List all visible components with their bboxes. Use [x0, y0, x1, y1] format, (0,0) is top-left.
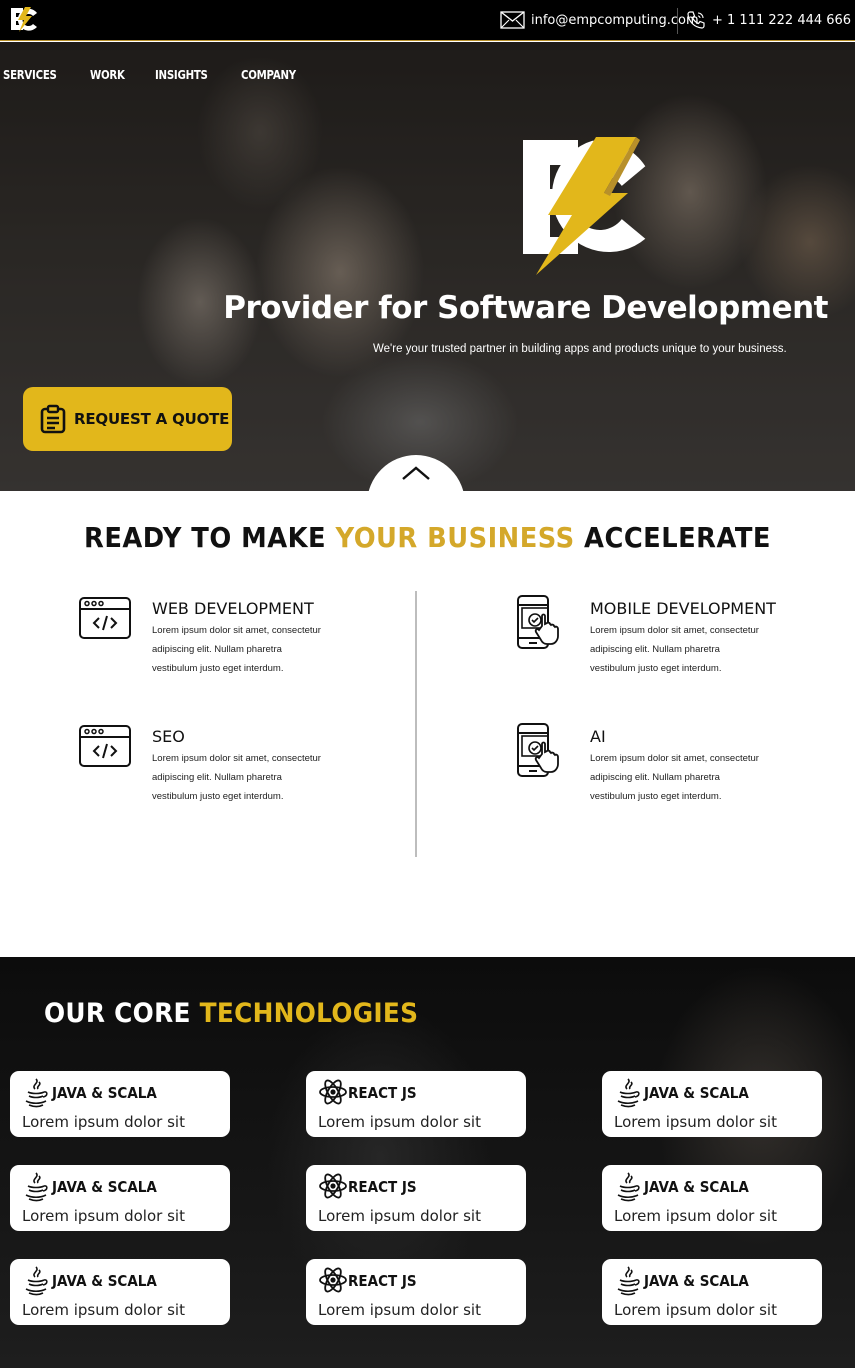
technology-card-title: JAVA & SCALA: [644, 1084, 749, 1102]
technology-card-title: JAVA & SCALA: [644, 1272, 749, 1290]
technology-card-title: JAVA & SCALA: [52, 1178, 157, 1196]
technology-card-description: Lorem ipsum dolor sit: [22, 1301, 185, 1319]
technology-card-description: Lorem ipsum dolor sit: [318, 1301, 481, 1319]
main-nav: SERVICES WORK INSIGHTS COMPANY: [3, 68, 305, 82]
technology-card-title: JAVA & SCALA: [644, 1178, 749, 1196]
service-title: AI: [590, 727, 606, 746]
request-quote-button[interactable]: REQUEST A QUOTE: [23, 387, 232, 451]
technology-card-description: Lorem ipsum dolor sit: [614, 1113, 777, 1131]
chevron-up-icon: [402, 466, 430, 480]
technology-card-title: JAVA & SCALA: [52, 1084, 157, 1102]
technologies-heading-pre: OUR CORE: [44, 998, 200, 1029]
java-icon: [617, 1172, 640, 1202]
nav-item-services[interactable]: SERVICES: [3, 68, 57, 82]
technology-card[interactable]: JAVA & SCALA Lorem ipsum dolor sit: [602, 1071, 822, 1137]
service-title: SEO: [152, 727, 185, 746]
java-icon: [617, 1266, 640, 1296]
technologies-heading-accent: TECHNOLOGIES: [199, 998, 419, 1029]
nav-item-company[interactable]: COMPANY: [241, 68, 296, 82]
email-link[interactable]: info@empcomputing.com: [500, 9, 699, 31]
technology-card[interactable]: JAVA & SCALA Lorem ipsum dolor sit: [10, 1259, 230, 1325]
technologies-section: OUR CORE TECHNOLOGIES JAVA & SCALA Lorem …: [0, 957, 855, 1368]
java-icon: [25, 1078, 48, 1108]
services-heading-post: ACCELERATE: [574, 521, 771, 554]
logo-icon[interactable]: [8, 5, 40, 33]
hero-title: Provider for Software Development: [223, 290, 828, 326]
java-icon: [617, 1078, 640, 1108]
nav-item-insights[interactable]: INSIGHTS: [155, 68, 208, 82]
hero-subtitle: We're your trusted partner in building a…: [373, 343, 787, 355]
top-bar: info@empcomputing.com + 1 111 222 444 66…: [0, 0, 855, 41]
technology-card-description: Lorem ipsum dolor sit: [614, 1301, 777, 1319]
technology-card[interactable]: REACT JS Lorem ipsum dolor sit: [306, 1165, 526, 1231]
technology-card-description: Lorem ipsum dolor sit: [614, 1207, 777, 1225]
service-title: MOBILE DEVELOPMENT: [590, 599, 776, 618]
technology-card[interactable]: JAVA & SCALA Lorem ipsum dolor sit: [602, 1259, 822, 1325]
technology-card[interactable]: JAVA & SCALA Lorem ipsum dolor sit: [10, 1165, 230, 1231]
technology-card[interactable]: JAVA & SCALA Lorem ipsum dolor sit: [10, 1071, 230, 1137]
email-text: info@empcomputing.com: [531, 12, 699, 28]
mobile-touch-icon: [517, 595, 559, 649]
phone-icon: [687, 11, 705, 29]
service-text: Lorem ipsum dolor sit amet, consectetur …: [590, 753, 759, 802]
technology-card[interactable]: REACT JS Lorem ipsum dolor sit: [306, 1071, 526, 1137]
phone-link[interactable]: + 1 111 222 444 666: [686, 9, 851, 31]
technology-card[interactable]: REACT JS Lorem ipsum dolor sit: [306, 1259, 526, 1325]
technology-card[interactable]: JAVA & SCALA Lorem ipsum dolor sit: [602, 1165, 822, 1231]
clipboard-icon: [40, 404, 66, 434]
java-icon: [25, 1172, 48, 1202]
nav-item-work[interactable]: WORK: [90, 68, 125, 82]
service-text: Lorem ipsum dolor sit amet, consectetur …: [152, 625, 321, 674]
java-icon: [25, 1266, 48, 1296]
technology-card-title: REACT JS: [348, 1272, 417, 1290]
react-icon: [319, 1173, 347, 1199]
react-icon: [319, 1267, 347, 1293]
phone-text: + 1 111 222 444 666: [712, 12, 852, 28]
technology-card-description: Lorem ipsum dolor sit: [22, 1113, 185, 1131]
brand-logo-icon: [523, 137, 646, 275]
scroll-up-button[interactable]: [367, 455, 465, 491]
service-text: Lorem ipsum dolor sit amet, consectetur …: [152, 753, 321, 802]
mail-icon: [500, 11, 525, 29]
technologies-heading: OUR CORE TECHNOLOGIES: [44, 998, 418, 1029]
request-quote-label: REQUEST A QUOTE: [74, 410, 230, 428]
services-heading-pre: READY TO MAKE: [84, 521, 336, 554]
mobile-touch-icon: [517, 723, 559, 777]
services-divider: [415, 591, 417, 857]
technology-card-title: REACT JS: [348, 1178, 417, 1196]
code-window-icon: [79, 725, 131, 767]
react-icon: [319, 1079, 347, 1105]
technology-card-description: Lorem ipsum dolor sit: [318, 1207, 481, 1225]
service-title: WEB DEVELOPMENT: [152, 599, 314, 618]
service-text: Lorem ipsum dolor sit amet, consectetur …: [590, 625, 759, 674]
hero-section: SERVICES WORK INSIGHTS COMPANY Provider …: [0, 42, 855, 491]
code-window-icon: [79, 597, 131, 639]
technology-card-description: Lorem ipsum dolor sit: [22, 1207, 185, 1225]
technology-card-title: REACT JS: [348, 1084, 417, 1102]
contact-divider: [677, 8, 678, 34]
technology-card-title: JAVA & SCALA: [52, 1272, 157, 1290]
technology-card-description: Lorem ipsum dolor sit: [318, 1113, 481, 1131]
services-heading: READY TO MAKE YOUR BUSINESS ACCELERATE: [34, 521, 821, 554]
services-heading-accent: YOUR BUSINESS: [335, 521, 575, 554]
